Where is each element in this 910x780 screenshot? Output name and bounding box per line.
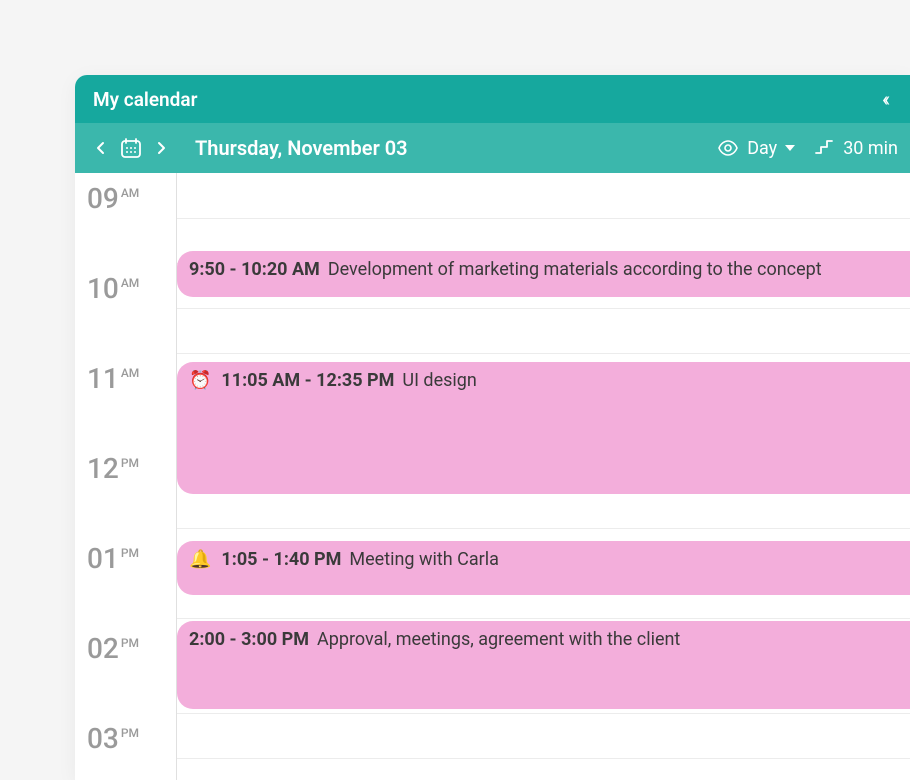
interval-selector[interactable]: 30 min [813,137,898,159]
calendar-grid[interactable]: 9:50 - 10:20 AM Development of marketing… [177,173,910,780]
panel-header: My calendar ‹‹ [75,75,910,123]
grid-line [177,758,910,759]
caret-down-icon [785,145,795,151]
calendar-icon [119,136,143,160]
event-time: 11:05 AM - 12:35 PM [221,370,394,391]
event-block[interactable]: ⏰ 11:05 AM - 12:35 PM UI design [177,362,910,494]
grid-line [177,528,910,529]
time-label: 12 PM [75,455,176,483]
time-label: 01 PM [75,545,176,573]
interval-label: 30 min [843,138,898,159]
calendar-panel: My calendar ‹‹ Thursday, November 03 [75,75,910,780]
time-hour: 02 [87,635,119,663]
grid-line [177,353,910,354]
time-hour: 03 [87,725,119,753]
calendar-body: 09 AM 10 AM 11 AM 12 PM 01 PM 02 PM [75,173,910,780]
event-title: UI design [402,370,476,391]
time-label: 03 PM [75,725,176,753]
time-ampm: PM [121,636,139,650]
time-gutter: 09 AM 10 AM 11 AM 12 PM 01 PM 02 PM [75,173,177,780]
time-label: 02 PM [75,635,176,663]
time-hour: 09 [87,185,119,213]
time-hour: 11 [87,365,119,393]
event-time: 1:05 - 1:40 PM [221,549,341,570]
eye-icon [717,137,739,159]
event-block[interactable]: 🔔 1:05 - 1:40 PM Meeting with Carla [177,541,910,595]
time-ampm: PM [121,546,139,560]
calendar-toolbar: Thursday, November 03 Day 30 min [75,123,910,173]
time-label: 09 AM [75,185,176,213]
time-label: 10 AM [75,275,176,303]
grid-line [177,618,910,619]
time-ampm: AM [121,366,139,380]
panel-title: My calendar [93,88,197,111]
event-time: 2:00 - 3:00 PM [189,629,309,650]
toolbar-right: Day 30 min [717,137,898,159]
time-ampm: PM [121,456,139,470]
chevron-right-icon [156,141,166,155]
collapse-icon[interactable]: ‹‹ [882,87,892,111]
time-ampm: AM [121,276,139,290]
event-block[interactable]: 2:00 - 3:00 PM Approval, meetings, agree… [177,621,910,709]
prev-day-button[interactable] [87,134,115,162]
view-mode-label: Day [747,138,777,159]
chevron-left-icon [96,141,106,155]
event-title: Meeting with Carla [349,549,499,570]
grid-line [177,308,910,309]
time-ampm: AM [121,186,139,200]
view-mode-selector[interactable]: Day [717,137,795,159]
event-title: Approval, meetings, agreement with the c… [317,629,680,650]
toolbar-left: Thursday, November 03 [87,134,408,162]
step-icon [813,137,835,159]
grid-line [177,218,910,219]
time-hour: 12 [87,455,119,483]
time-label: 11 AM [75,365,176,393]
event-block[interactable]: 9:50 - 10:20 AM Development of marketing… [177,251,910,297]
time-hour: 01 [87,545,119,573]
event-time: 9:50 - 10:20 AM [189,259,320,280]
event-content: 🔔 1:05 - 1:40 PM Meeting with Carla [189,549,499,570]
time-hour: 10 [87,275,119,303]
event-content: 2:00 - 3:00 PM Approval, meetings, agree… [189,629,680,650]
event-content: 9:50 - 10:20 AM Development of marketing… [189,259,822,280]
current-date-label: Thursday, November 03 [195,136,408,160]
calendar-picker-button[interactable] [119,136,143,160]
alarm-icon: ⏰ [189,372,211,390]
next-day-button[interactable] [147,134,175,162]
event-title: Development of marketing materials accor… [328,259,822,280]
time-ampm: PM [121,726,139,740]
grid-line [177,713,910,714]
event-content: ⏰ 11:05 AM - 12:35 PM UI design [189,370,477,391]
bell-icon: 🔔 [189,551,211,569]
